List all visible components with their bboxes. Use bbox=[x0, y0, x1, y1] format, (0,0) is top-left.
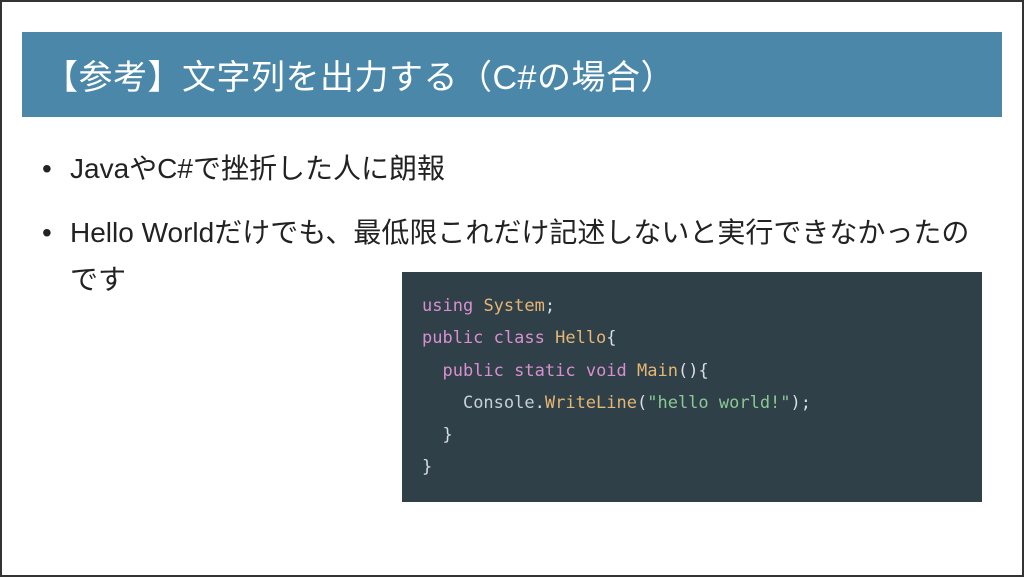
code-classname: Hello bbox=[555, 328, 606, 348]
code-string: "hello world!" bbox=[647, 393, 790, 413]
code-block: using System; public class Hello{ public… bbox=[402, 272, 982, 502]
code-punct: } bbox=[422, 457, 432, 477]
code-func: WriteLine bbox=[545, 393, 637, 413]
code-line: } bbox=[422, 451, 962, 483]
code-line: public class Hello{ bbox=[422, 322, 962, 354]
code-punct: ); bbox=[791, 393, 811, 413]
code-line: public static void Main(){ bbox=[422, 355, 962, 387]
code-keyword: public bbox=[442, 361, 503, 381]
code-keyword: using bbox=[422, 296, 473, 316]
code-punct: } bbox=[442, 425, 452, 445]
code-punct: { bbox=[606, 328, 616, 348]
code-indent bbox=[422, 361, 442, 381]
code-punct: (){ bbox=[678, 361, 709, 381]
code-line: Console.WriteLine("hello world!"); bbox=[422, 387, 962, 419]
code-func: Main bbox=[637, 361, 678, 381]
code-punct: ( bbox=[637, 393, 647, 413]
bullet-text: JavaやC#で挫折した人に朗報 bbox=[70, 153, 445, 184]
code-punct: . bbox=[535, 393, 545, 413]
slide-title: 【参考】文字列を出力する（C#の場合） bbox=[44, 59, 675, 97]
code-ident: Console bbox=[463, 393, 535, 413]
code-keyword: static bbox=[514, 361, 575, 381]
list-item: JavaやC#で挫折した人に朗報 bbox=[42, 145, 982, 193]
slide-title-bar: 【参考】文字列を出力する（C#の場合） bbox=[22, 32, 1002, 117]
code-keyword: class bbox=[494, 328, 545, 348]
code-indent bbox=[422, 393, 463, 413]
code-type: System bbox=[483, 296, 544, 316]
code-line: using System; bbox=[422, 290, 962, 322]
code-line: } bbox=[422, 419, 962, 451]
code-punct: ; bbox=[545, 296, 555, 316]
code-keyword: void bbox=[586, 361, 627, 381]
code-indent bbox=[422, 425, 442, 445]
slide: 【参考】文字列を出力する（C#の場合） JavaやC#で挫折した人に朗報 Hel… bbox=[0, 0, 1024, 577]
code-keyword: public bbox=[422, 328, 483, 348]
